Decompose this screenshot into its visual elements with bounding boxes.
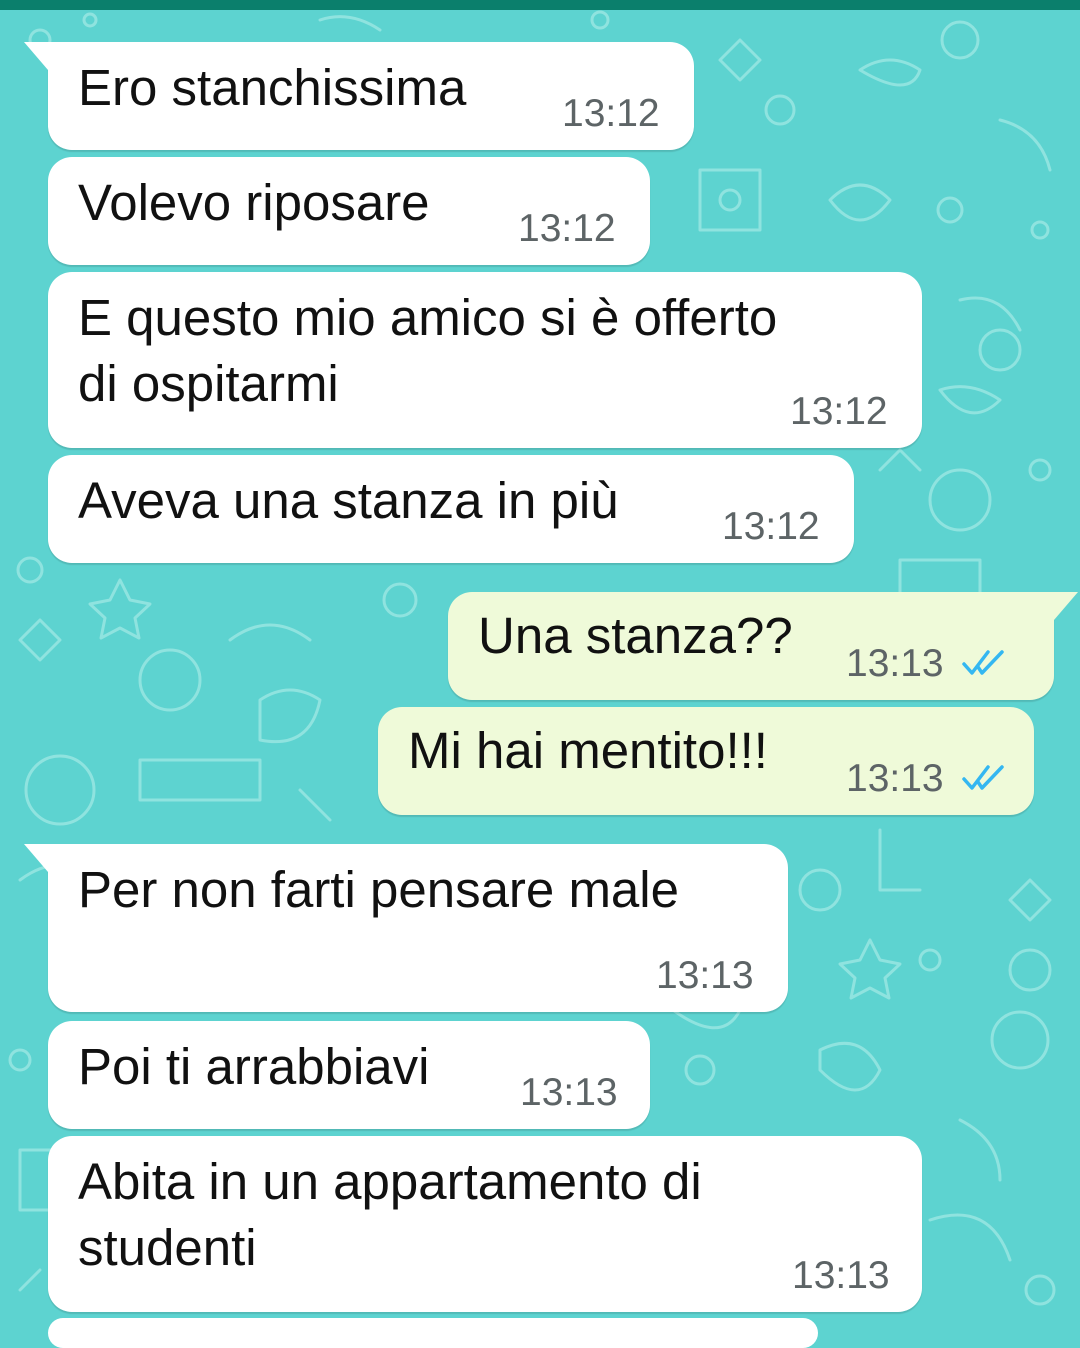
message-text: Volevo riposare [78,174,430,231]
incoming-message-bubble[interactable]: Abita in un appartamento di studenti 13:13 [48,1136,922,1312]
message-text: Una stanza?? [478,607,793,664]
message-text: Aveva una stanza in più [78,472,619,529]
message-timestamp: 13:13 [520,1071,618,1114]
outgoing-message-bubble[interactable]: Una stanza?? 13:13 [448,592,1078,700]
incoming-message-bubble[interactable]: Per non farti pensare male 13:13 [24,844,788,1012]
message-timestamp: 13:12 [790,390,888,433]
message-text: Ero stanchissima [78,59,467,116]
outgoing-message-bubble[interactable]: Mi hai mentito!!! 13:13 [378,707,1034,815]
bubble-tail [24,844,48,872]
incoming-message-bubble[interactable]: Aveva una stanza in più 13:12 [48,455,854,563]
message-timestamp: 13:13 [846,757,944,800]
message-text: Per non farti pensare male [78,861,679,918]
next-message-bubble-partial [48,1318,818,1348]
bubble-tail [24,42,48,70]
message-timestamp: 13:13 [846,642,944,685]
incoming-message-bubble[interactable]: Volevo riposare 13:12 [48,157,650,265]
message-timestamp: 13:13 [792,1254,890,1297]
message-text: Abita in un appartamento di [78,1153,702,1210]
message-text: studenti [78,1219,257,1276]
incoming-message-bubble[interactable]: Poi ti arrabbiavi 13:13 [48,1021,650,1129]
message-text: Poi ti arrabbiavi [78,1038,430,1095]
message-text: di ospitarmi [78,355,339,412]
message-timestamp: 13:13 [656,954,754,997]
incoming-message-bubble[interactable]: Ero stanchissima 13:12 [24,42,694,150]
message-timestamp: 13:12 [722,505,820,548]
incoming-message-bubble[interactable]: E questo mio amico si è offerto di ospita… [48,272,922,448]
message-text: Mi hai mentito!!! [408,722,768,779]
message-timestamp: 13:12 [562,92,660,135]
bubble-tail [1054,592,1078,620]
message-text: E questo mio amico si è offerto [78,289,778,346]
message-timestamp: 13:12 [518,207,616,250]
double-check-read-icon [962,765,1004,790]
double-check-read-icon [962,650,1004,675]
